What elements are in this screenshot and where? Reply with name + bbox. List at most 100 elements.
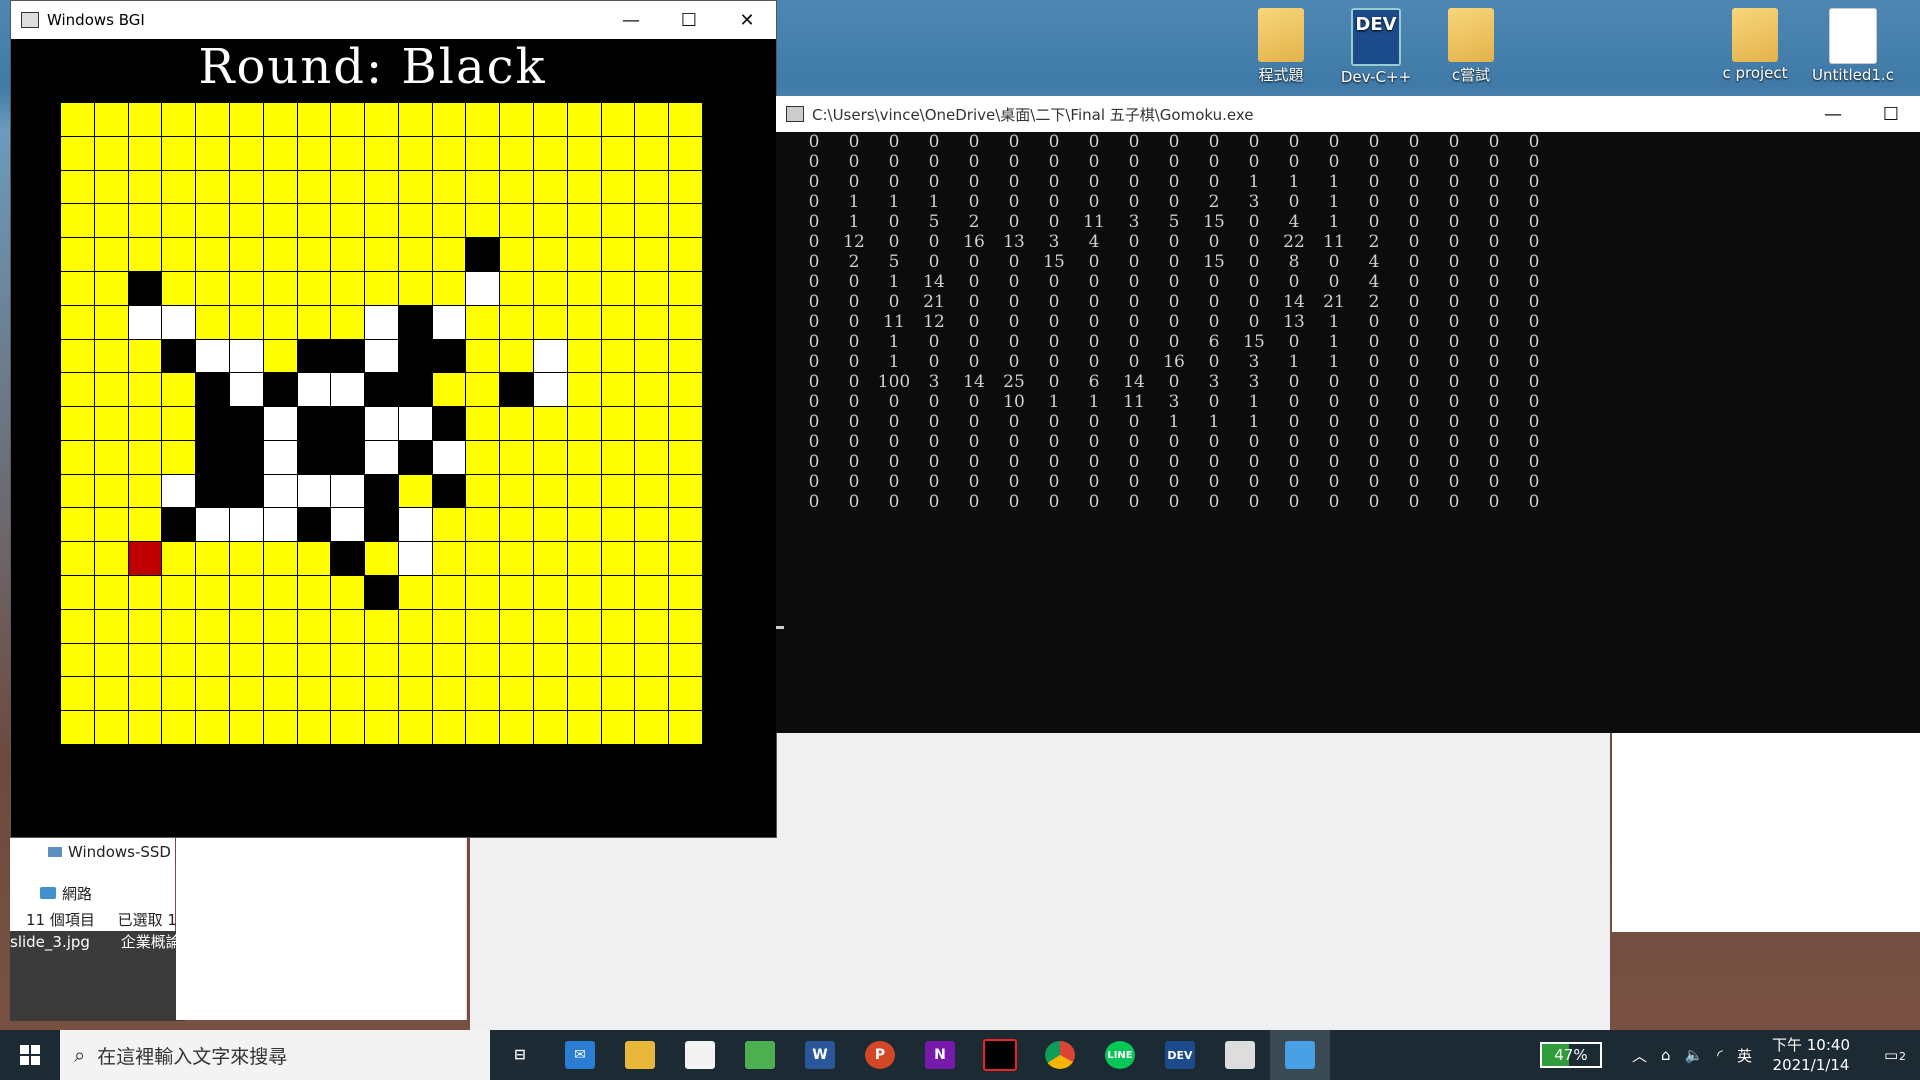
taskbar-word[interactable]: W (790, 1030, 850, 1080)
board-cell[interactable] (61, 407, 94, 440)
board-cell[interactable] (567, 136, 601, 170)
board-cell[interactable] (466, 305, 500, 339)
board-cell[interactable] (635, 677, 669, 711)
board-cell[interactable] (567, 474, 601, 508)
board-cell[interactable] (466, 136, 500, 170)
board-cell[interactable] (601, 576, 635, 609)
board-cell[interactable] (196, 103, 229, 136)
board-cell[interactable] (229, 542, 263, 576)
board-cell[interactable] (61, 711, 94, 744)
board-cell[interactable] (196, 711, 229, 744)
black-stone[interactable] (297, 440, 331, 474)
black-stone[interactable] (297, 339, 331, 373)
board-cell[interactable] (567, 576, 601, 609)
white-stone[interactable] (365, 305, 398, 339)
nav-item-drive[interactable]: Windows-SSD (48, 843, 171, 861)
board-cell[interactable] (669, 170, 702, 204)
board-cell[interactable] (128, 440, 162, 474)
board-cell[interactable] (398, 170, 432, 204)
desktop-icon-program-folder[interactable]: 程式題 (1236, 8, 1326, 85)
taskbar-devcpp[interactable]: DEV (1150, 1030, 1210, 1080)
black-stone[interactable] (196, 407, 229, 440)
board-cell[interactable] (534, 170, 567, 204)
board-cell[interactable] (331, 204, 365, 238)
board-cell[interactable] (669, 204, 702, 238)
black-stone[interactable] (229, 474, 263, 508)
taskbar-file-explorer[interactable] (610, 1030, 670, 1080)
board-cell[interactable] (669, 576, 702, 609)
board-cell[interactable] (635, 271, 669, 305)
board-cell[interactable] (263, 643, 297, 677)
board-cell[interactable] (669, 542, 702, 576)
battery-indicator[interactable]: 47% (1539, 1042, 1602, 1068)
board-cell[interactable] (635, 407, 669, 440)
board-cell[interactable] (331, 576, 365, 609)
maximize-button[interactable]: ☐ (660, 1, 718, 39)
board-cell[interactable] (94, 204, 128, 238)
board-cell[interactable] (635, 305, 669, 339)
board-cell[interactable] (365, 204, 398, 238)
black-stone[interactable] (365, 474, 398, 508)
white-stone[interactable] (466, 271, 500, 305)
board-cell[interactable] (500, 677, 534, 711)
white-stone[interactable] (534, 339, 567, 373)
board-cell[interactable] (263, 238, 297, 271)
black-stone[interactable] (331, 440, 365, 474)
board-cell[interactable] (534, 508, 567, 542)
board-cell[interactable] (534, 103, 567, 136)
board-cell[interactable] (567, 508, 601, 542)
board-cell[interactable] (128, 103, 162, 136)
board-cell[interactable] (365, 609, 398, 643)
taskbar-store[interactable] (670, 1030, 730, 1080)
board-cell[interactable] (331, 609, 365, 643)
show-hidden-icons-icon[interactable]: ︿ (1632, 1045, 1647, 1066)
close-button[interactable]: ✕ (718, 1, 776, 39)
taskbar-image-viewer[interactable] (730, 1030, 790, 1080)
board-cell[interactable] (567, 373, 601, 407)
board-cell[interactable] (567, 339, 601, 373)
black-stone[interactable] (297, 407, 331, 440)
board-cell[interactable] (601, 711, 635, 744)
board-cell[interactable] (94, 305, 128, 339)
board-cell[interactable] (61, 677, 94, 711)
board-cell[interactable] (398, 643, 432, 677)
board-cell[interactable] (297, 711, 331, 744)
board-cell[interactable] (669, 474, 702, 508)
board-cell[interactable] (297, 643, 331, 677)
board-cell[interactable] (94, 271, 128, 305)
white-stone[interactable] (263, 440, 297, 474)
board-cell[interactable] (196, 609, 229, 643)
start-button[interactable] (0, 1030, 60, 1080)
board-cell[interactable] (635, 204, 669, 238)
board-cell[interactable] (162, 542, 196, 576)
board-cell[interactable] (669, 136, 702, 170)
board-cell[interactable] (94, 339, 128, 373)
board-cell[interactable] (229, 677, 263, 711)
black-stone[interactable] (432, 474, 466, 508)
board-cell[interactable] (432, 576, 466, 609)
black-stone[interactable] (229, 440, 263, 474)
taskbar-onenote[interactable]: N (910, 1030, 970, 1080)
board-cell[interactable] (500, 576, 534, 609)
board-cell[interactable] (365, 542, 398, 576)
bgi-titlebar[interactable]: Windows BGI — ☐ ✕ (11, 1, 776, 39)
board-cell[interactable] (669, 271, 702, 305)
board-cell[interactable] (331, 305, 365, 339)
board-cell[interactable] (196, 238, 229, 271)
board-cell[interactable] (196, 271, 229, 305)
board-cell[interactable] (466, 677, 500, 711)
board-cell[interactable] (466, 103, 500, 136)
board-cell[interactable] (94, 373, 128, 407)
board-cell[interactable] (567, 103, 601, 136)
minimize-button[interactable]: — (602, 1, 660, 39)
board-cell[interactable] (466, 204, 500, 238)
board-cell[interactable] (61, 373, 94, 407)
board-cell[interactable] (466, 508, 500, 542)
board-cell[interactable] (534, 305, 567, 339)
board-cell[interactable] (128, 643, 162, 677)
board-cell[interactable] (635, 609, 669, 643)
board-cell[interactable] (94, 643, 128, 677)
board-cell[interactable] (500, 609, 534, 643)
board-cell[interactable] (534, 407, 567, 440)
board-cell[interactable] (263, 305, 297, 339)
